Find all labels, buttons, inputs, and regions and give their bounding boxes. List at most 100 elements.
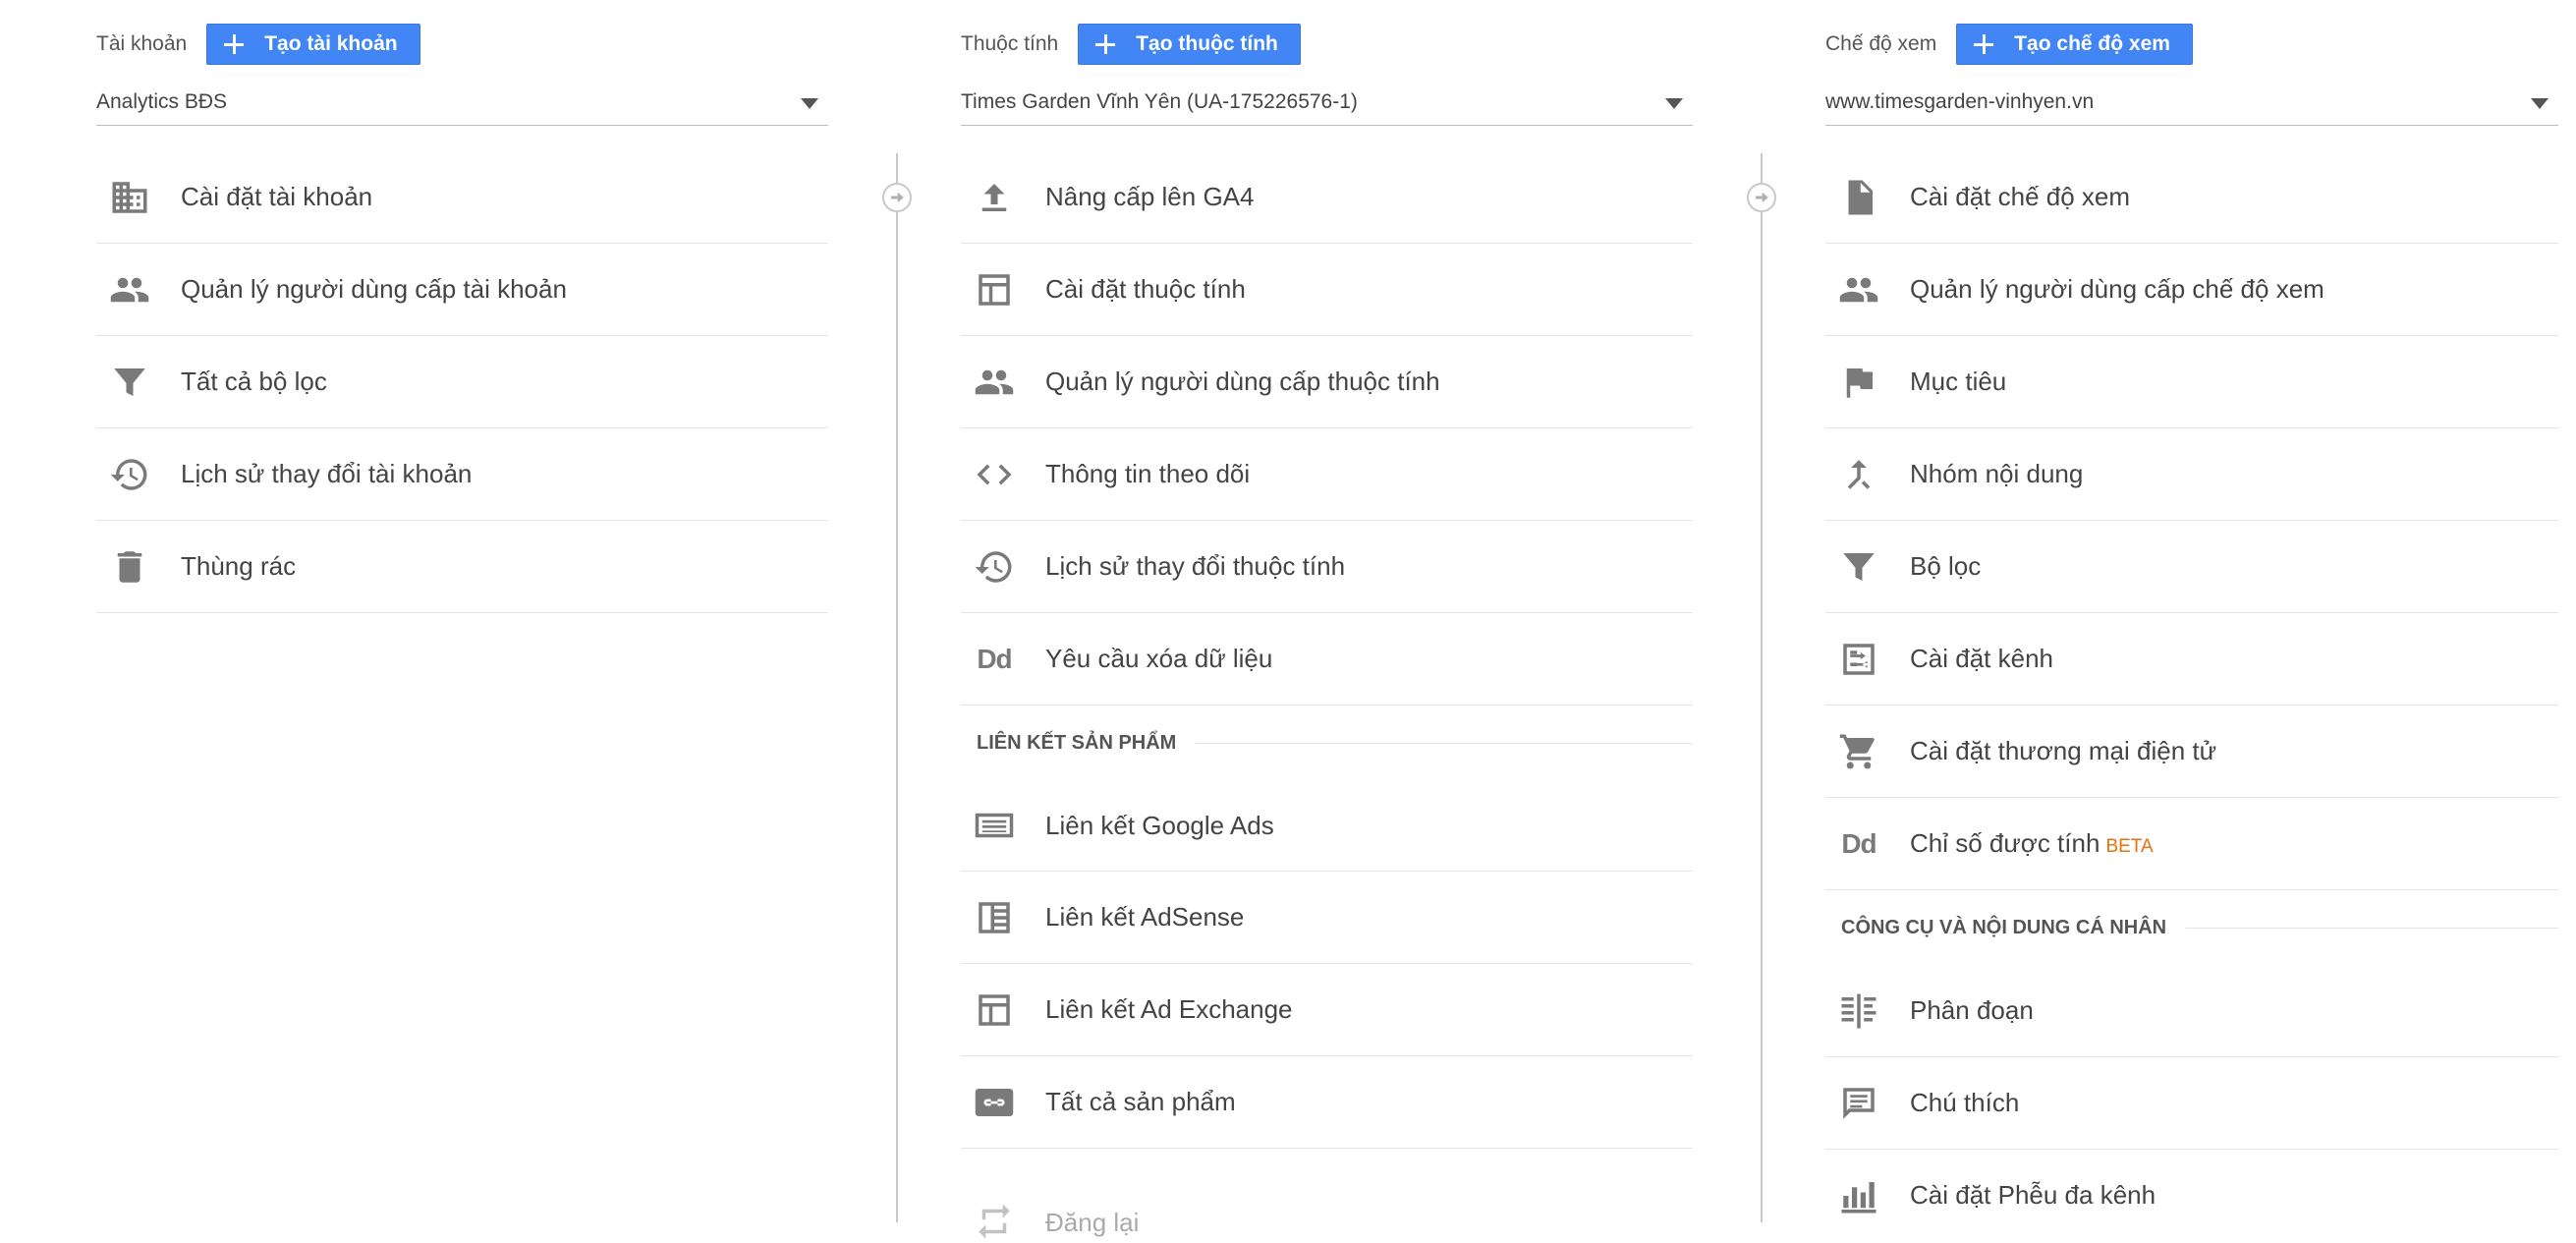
plus-icon bbox=[1969, 29, 1998, 59]
menu-item-label: Tất cả bộ lọc bbox=[181, 367, 327, 396]
menu-item-ad-exchange-link[interactable]: Liên kết Ad Exchange bbox=[961, 964, 1693, 1056]
menu-item-label: Lịch sử thay đổi tài khoản bbox=[181, 459, 473, 488]
menu-item-label: Liên kết Ad Exchange bbox=[1045, 994, 1293, 1024]
people-icon bbox=[1837, 268, 1880, 311]
account-selected-value: Analytics BĐS bbox=[96, 90, 228, 113]
menu-item-label: Đăng lại bbox=[1045, 1208, 1140, 1237]
ad-exchange-icon bbox=[973, 989, 1016, 1032]
layout-icon bbox=[973, 268, 1016, 311]
menu-item-ecommerce-settings[interactable]: Cài đặt thương mại điện tử bbox=[1825, 706, 2558, 798]
create-view-label: Tạo chế độ xem bbox=[2014, 32, 2170, 55]
menu-item-filters[interactable]: Bộ lọc bbox=[1825, 521, 2558, 613]
dropdown-arrow-icon bbox=[801, 98, 818, 109]
menu-item-label: Chú thích bbox=[1910, 1088, 2020, 1117]
menu-item-channel-settings[interactable]: Cài đặt kênh bbox=[1825, 613, 2558, 706]
view-header: Chế độ xem Tạo chế độ xem bbox=[1825, 24, 2193, 65]
section-title: LIÊN KẾT SẢN PHẨM bbox=[977, 731, 1177, 754]
menu-item-view-settings[interactable]: Cài đặt chế độ xem bbox=[1825, 151, 2558, 244]
dd-icon: Dd bbox=[977, 643, 1012, 674]
column-divider bbox=[1761, 153, 1763, 1222]
view-label: Chế độ xem bbox=[1825, 32, 1937, 55]
menu-item-account-history[interactable]: Lịch sử thay đổi tài khoản bbox=[96, 428, 828, 521]
create-account-button[interactable]: Tạo tài khoản bbox=[206, 24, 420, 65]
menu-item-label: Liên kết AdSense bbox=[1045, 902, 1245, 932]
menu-item-label: Cài đặt kênh bbox=[1910, 644, 2053, 673]
menu-item-all-filters[interactable]: Tất cả bộ lọc bbox=[96, 336, 828, 428]
menu-item-label: Bộ lọc bbox=[1910, 551, 1982, 581]
menu-item-label: Tất cả sản phẩm bbox=[1045, 1087, 1236, 1116]
menu-item-segments[interactable]: Phân đoạn bbox=[1825, 965, 2558, 1057]
section-personal-tools: CÔNG CỤ VÀ NỘI DUNG CÁ NHÂN bbox=[1825, 890, 2558, 965]
menu-item-goals[interactable]: Mục tiêu bbox=[1825, 336, 2558, 428]
history-icon bbox=[973, 545, 1016, 589]
view-selected-value: www.timesgarden-vinhyen.vn bbox=[1825, 90, 2095, 113]
filter-icon bbox=[1837, 545, 1880, 589]
link-icon bbox=[973, 1081, 1016, 1124]
menu-item-label: Chỉ số được tính bbox=[1910, 828, 2100, 858]
menu-item-calculated-metrics[interactable]: Dd Chỉ số được tính BETA bbox=[1825, 798, 2558, 890]
menu-item-repost[interactable]: Đăng lại bbox=[961, 1149, 1693, 1240]
segment-icon bbox=[1837, 989, 1880, 1033]
trash-icon bbox=[108, 545, 151, 589]
property-menu: Nâng cấp lên GA4 Cài đặt thuộc tính Quản… bbox=[961, 151, 1693, 1240]
channel-icon bbox=[1837, 638, 1880, 681]
section-divider bbox=[2186, 927, 2558, 929]
menu-item-label: Nâng cấp lên GA4 bbox=[1045, 182, 1255, 211]
people-icon bbox=[973, 361, 1016, 404]
menu-item-tracking-info[interactable]: Thông tin theo dõi bbox=[961, 428, 1693, 521]
menu-item-label: Cài đặt Phễu đa kênh bbox=[1910, 1180, 2156, 1210]
menu-item-label: Liên kết Google Ads bbox=[1045, 810, 1274, 840]
menu-item-property-users[interactable]: Quản lý người dùng cấp thuộc tính bbox=[961, 336, 1693, 428]
arrow-right-circle-icon bbox=[1747, 183, 1776, 212]
menu-item-account-users[interactable]: Quản lý người dùng cấp tài khoản bbox=[96, 244, 828, 336]
menu-item-upgrade-ga4[interactable]: Nâng cấp lên GA4 bbox=[961, 151, 1693, 244]
menu-item-all-products[interactable]: Tất cả sản phẩm bbox=[961, 1056, 1693, 1149]
menu-item-label: Cài đặt chế độ xem bbox=[1910, 182, 2131, 211]
code-icon bbox=[973, 453, 1016, 496]
property-selected-value: Times Garden Vĩnh Yên (UA-175226576-1) bbox=[961, 90, 1358, 113]
menu-item-label: Cài đặt thuộc tính bbox=[1045, 274, 1246, 304]
menu-item-label: Yêu cầu xóa dữ liệu bbox=[1045, 644, 1273, 673]
menu-item-label: Cài đặt thương mại điện tử bbox=[1910, 736, 2217, 765]
repost-icon bbox=[973, 1200, 1016, 1243]
menu-item-label: Phân đoạn bbox=[1910, 995, 2034, 1025]
menu-item-annotations[interactable]: Chú thích bbox=[1825, 1057, 2558, 1150]
adsense-icon bbox=[973, 896, 1016, 939]
menu-item-mcf-settings[interactable]: Cài đặt Phễu đa kênh bbox=[1825, 1150, 2558, 1241]
property-selector[interactable]: Times Garden Vĩnh Yên (UA-175226576-1) bbox=[961, 85, 1693, 126]
menu-item-account-settings[interactable]: Cài đặt tài khoản bbox=[96, 151, 828, 244]
menu-item-view-users[interactable]: Quản lý người dùng cấp chế độ xem bbox=[1825, 244, 2558, 336]
filter-icon bbox=[108, 361, 151, 404]
menu-item-trash[interactable]: Thùng rác bbox=[96, 521, 828, 613]
upload-icon bbox=[973, 176, 1016, 219]
create-view-button[interactable]: Tạo chế độ xem bbox=[1956, 24, 2193, 65]
menu-item-content-grouping[interactable]: Nhóm nội dung bbox=[1825, 428, 2558, 521]
menu-item-property-history[interactable]: Lịch sử thay đổi thuộc tính bbox=[961, 521, 1693, 613]
menu-item-label: Lịch sử thay đổi thuộc tính bbox=[1045, 551, 1346, 581]
beta-badge: BETA bbox=[2105, 836, 2154, 857]
menu-item-label: Mục tiêu bbox=[1910, 367, 2007, 396]
comment-icon bbox=[1837, 1082, 1880, 1125]
plus-icon bbox=[1091, 29, 1120, 59]
history-icon bbox=[108, 453, 151, 496]
menu-item-label: Nhóm nội dung bbox=[1910, 459, 2084, 488]
menu-item-data-deletion[interactable]: Dd Yêu cầu xóa dữ liệu bbox=[961, 613, 1693, 706]
menu-item-google-ads-link[interactable]: Liên kết Google Ads bbox=[961, 780, 1693, 872]
create-property-button[interactable]: Tạo thuộc tính bbox=[1078, 24, 1301, 65]
people-icon bbox=[108, 268, 151, 311]
create-account-label: Tạo tài khoản bbox=[264, 32, 398, 55]
menu-item-label: Cài đặt tài khoản bbox=[181, 182, 373, 211]
menu-item-label: Quản lý người dùng cấp thuộc tính bbox=[1045, 367, 1440, 396]
menu-item-property-settings[interactable]: Cài đặt thuộc tính bbox=[961, 244, 1693, 336]
account-selector[interactable]: Analytics BĐS bbox=[96, 85, 828, 126]
section-product-links: LIÊN KẾT SẢN PHẨM bbox=[961, 706, 1693, 780]
bar-chart-icon bbox=[1837, 1174, 1880, 1217]
view-menu: Cài đặt chế độ xem Quản lý người dùng cấ… bbox=[1825, 151, 2558, 1241]
account-menu: Cài đặt tài khoản Quản lý người dùng cấp… bbox=[96, 151, 828, 613]
section-divider bbox=[1196, 742, 1693, 744]
account-label: Tài khoản bbox=[96, 32, 188, 55]
menu-item-adsense-link[interactable]: Liên kết AdSense bbox=[961, 872, 1693, 964]
view-selector[interactable]: www.timesgarden-vinhyen.vn bbox=[1825, 85, 2558, 126]
google-ads-icon bbox=[973, 804, 1016, 847]
flag-icon bbox=[1837, 361, 1880, 404]
